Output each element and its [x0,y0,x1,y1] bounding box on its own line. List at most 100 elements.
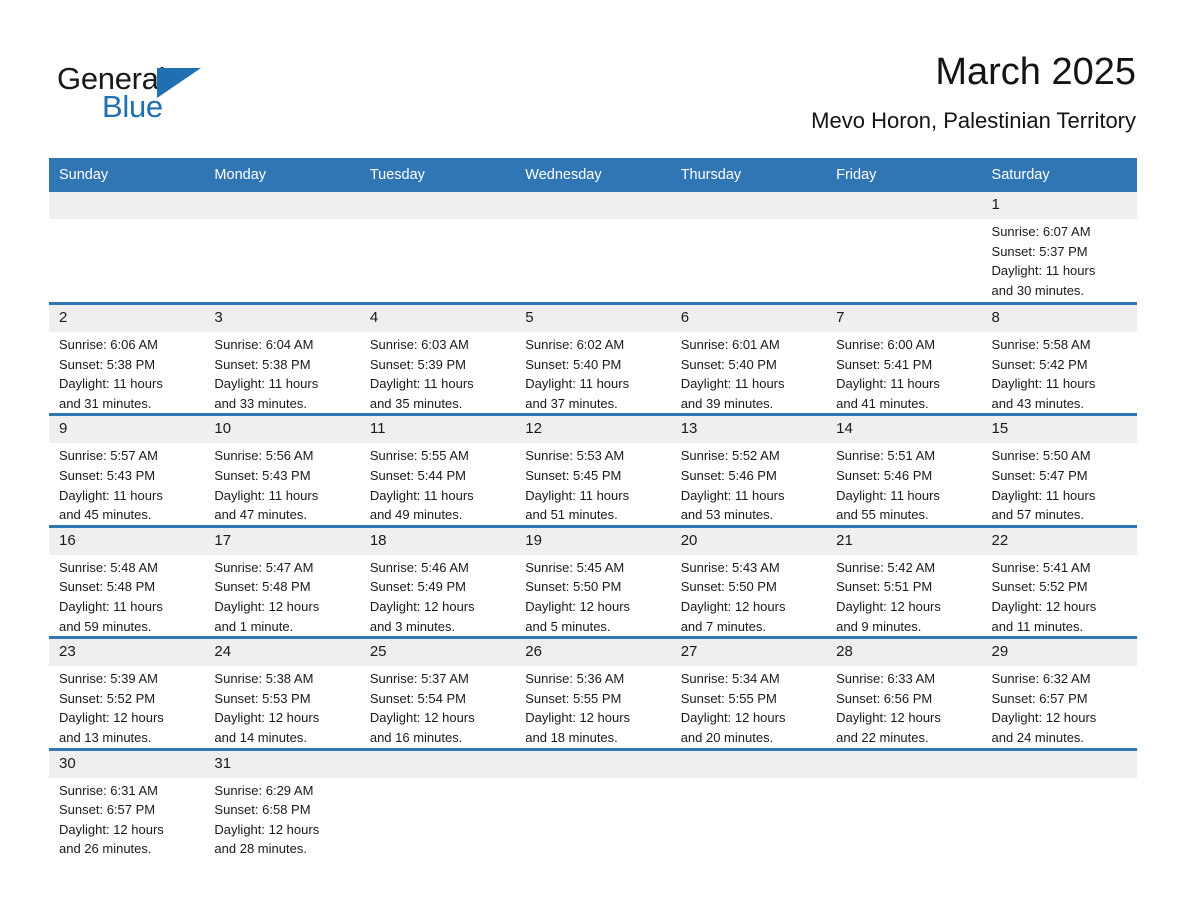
calendar-header-row: Sunday Monday Tuesday Wednesday Thursday… [49,158,1137,192]
calendar-day-cell[interactable]: 21 Sunrise: 5:42 AM Sunset: 5:51 PM Dayligh… [826,524,982,638]
calendar-week-row: 30 Sunrise: 6:31 AM Sunset: 6:57 PM Dayligh… [49,747,1137,863]
calendar-empty-cell [670,747,827,863]
day-sun-info: Sunrise: 6:33 AM Sunset: 6:56 PM Daylight:… [826,666,981,747]
sunrise-time: Sunrise: 6:07 AM [991,224,1091,239]
sunset-time: Sunset: 6:57 PM [991,690,1088,706]
day-sun-info: Sunrise: 6:02 AM Sunset: 5:40 PM Daylight:… [515,332,670,413]
calendar-day-cell[interactable]: 28 Sunrise: 6:33 AM Sunset: 6:56 PM Dayligh… [826,636,982,749]
calendar-day-cell[interactable]: 4 Sunrise: 6:03 AM Sunset: 5:39 PM Daylight… [359,301,516,415]
calendar-day-cell[interactable]: 24 Sunrise: 5:38 AM Sunset: 5:53 PM Dayligh… [204,636,360,749]
day-number: 27 [670,639,827,667]
calendar-day-cell[interactable]: 9 Sunrise: 5:57 AM Sunset: 5:43 PM Daylight… [49,413,205,527]
sunrise-time: Sunrise: 6:01 AM [680,337,780,352]
logo-triangle-icon [157,68,201,98]
daylight-duration-line1: Daylight: 12 hours [214,598,320,614]
daylight-duration-line2: and 3 minutes. [369,618,456,634]
daylight-duration-line1: Daylight: 12 hours [214,821,320,837]
day-number: 3 [204,305,360,332]
day-sun-info: Sunrise: 5:57 AM Sunset: 5:43 PM Daylight:… [49,443,204,524]
daylight-duration-line2: and 24 minutes. [991,729,1085,745]
sunset-time: Sunset: 5:46 PM [680,467,777,483]
daylight-duration-line2: and 28 minutes. [214,841,307,857]
sunrise-time: Sunrise: 6:29 AM [214,782,314,798]
calendar-day-cell[interactable]: 6 Sunrise: 6:01 AM Sunset: 5:40 PM Daylight… [670,301,827,415]
day-sun-info: Sunrise: 6:04 AM Sunset: 5:38 PM Daylight:… [204,332,359,413]
calendar-day-cell[interactable]: 10 Sunrise: 5:56 AM Sunset: 5:43 PM Dayligh… [204,413,360,527]
calendar-empty-cell [515,747,671,863]
day-sun-info: Sunrise: 5:58 AM Sunset: 5:42 PM Daylight:… [982,332,1137,413]
day-number: 10 [204,416,360,444]
daylight-duration-line2: and 49 minutes. [369,507,463,523]
calendar-day-cell[interactable]: 16 Sunrise: 5:48 AM Sunset: 5:48 PM Dayligh… [49,524,205,638]
calendar-day-cell[interactable]: 12 Sunrise: 5:53 AM Sunset: 5:45 PM Dayligh… [515,413,671,527]
calendar-day-cell[interactable]: 27 Sunrise: 5:34 AM Sunset: 5:55 PM Dayligh… [670,636,827,749]
calendar-day-cell[interactable]: 31 Sunrise: 6:29 AM Sunset: 6:58 PM Dayligh… [204,747,360,863]
day-number: 23 [49,639,205,667]
day-number: 9 [49,416,205,444]
day-number [826,192,982,219]
day-sun-info: Sunrise: 6:03 AM Sunset: 5:39 PM Daylight:… [360,332,515,413]
calendar-day-cell[interactable]: 2 Sunrise: 6:06 AM Sunset: 5:38 PM Daylight… [49,301,205,415]
logo-text-blue: Blue [102,89,163,124]
calendar-day-cell[interactable]: 7 Sunrise: 6:00 AM Sunset: 5:41 PM Daylight… [826,301,982,415]
calendar-day-cell[interactable]: 15 Sunrise: 5:50 AM Sunset: 5:47 PM Dayligh… [981,413,1137,527]
calendar-day-cell[interactable]: 11 Sunrise: 5:55 AM Sunset: 5:44 PM Dayligh… [359,413,516,527]
daylight-duration-line2: and 20 minutes. [680,729,774,745]
sunset-time: Sunset: 5:47 PM [991,467,1088,483]
day-number: 26 [515,639,671,667]
sunset-time: Sunset: 5:55 PM [680,690,777,706]
day-number: 15 [981,416,1137,444]
calendar-day-cell[interactable]: 14 Sunrise: 5:51 AM Sunset: 5:46 PM Dayligh… [826,413,982,527]
sunset-time: Sunset: 5:38 PM [59,356,156,372]
calendar-day-cell[interactable]: 5 Sunrise: 6:02 AM Sunset: 5:40 PM Daylight… [515,301,671,415]
daylight-duration-line1: Daylight: 12 hours [680,598,786,614]
calendar-day-cell[interactable]: 17 Sunrise: 5:47 AM Sunset: 5:48 PM Dayligh… [204,524,360,638]
day-number: 5 [515,305,671,332]
sunrise-time: Sunrise: 5:58 AM [991,337,1091,352]
calendar-day-cell[interactable]: 20 Sunrise: 5:43 AM Sunset: 5:50 PM Dayligh… [670,524,827,638]
daylight-duration-line1: Daylight: 11 hours [369,487,474,503]
calendar-day-cell[interactable]: 18 Sunrise: 5:46 AM Sunset: 5:49 PM Dayligh… [359,524,516,638]
daylight-duration-line1: Daylight: 12 hours [369,710,475,726]
daylight-duration-line1: Daylight: 12 hours [59,710,164,726]
sunset-time: Sunset: 5:40 PM [525,356,622,372]
day-number [359,750,516,778]
calendar-day-cell[interactable]: 29 Sunrise: 6:32 AM Sunset: 6:57 PM Dayligh… [981,636,1137,749]
day-number: 14 [826,416,982,444]
weekday-header-monday: Monday [204,158,360,192]
daylight-duration-line1: Daylight: 11 hours [369,376,474,392]
daylight-duration-line2: and 43 minutes. [991,395,1085,411]
sunset-time: Sunset: 5:46 PM [836,467,933,483]
daylight-duration-line1: Daylight: 12 hours [59,821,164,837]
calendar-day-cell[interactable]: 19 Sunrise: 5:45 AM Sunset: 5:50 PM Dayligh… [515,524,671,638]
calendar-day-cell[interactable]: 30 Sunrise: 6:31 AM Sunset: 6:57 PM Dayligh… [49,747,205,863]
sunrise-time: Sunrise: 6:00 AM [836,337,936,352]
calendar-day-cell[interactable]: 22 Sunrise: 5:41 AM Sunset: 5:52 PM Dayligh… [981,524,1137,638]
daylight-duration-line1: Daylight: 12 hours [525,598,631,614]
calendar-day-cell[interactable]: 3 Sunrise: 6:04 AM Sunset: 5:38 PM Daylight… [204,301,360,415]
daylight-duration-line1: Daylight: 11 hours [59,376,163,392]
sunset-time: Sunset: 5:55 PM [525,690,622,706]
day-sun-info: Sunrise: 5:56 AM Sunset: 5:43 PM Daylight:… [204,443,359,524]
day-number [49,192,205,219]
sunrise-time: Sunrise: 6:04 AM [214,337,314,352]
sunset-time: Sunset: 6:56 PM [836,690,933,706]
daylight-duration-line2: and 37 minutes. [525,395,618,411]
daylight-duration-line2: and 11 minutes. [991,618,1084,634]
daylight-duration-line2: and 47 minutes. [214,507,307,523]
calendar-day-cell[interactable]: 8 Sunrise: 5:58 AM Sunset: 5:42 PM Daylight… [981,301,1137,415]
calendar-week-row: 23 Sunrise: 5:39 AM Sunset: 5:52 PM Dayligh… [49,636,1137,749]
calendar-day-cell[interactable]: 1 Sunrise: 6:07 AM Sunset: 5:37 PM Daylight… [981,192,1137,304]
calendar-week-row: 16 Sunrise: 5:48 AM Sunset: 5:48 PM Dayligh… [49,524,1137,638]
calendar-day-cell[interactable]: 23 Sunrise: 5:39 AM Sunset: 5:52 PM Dayligh… [49,636,205,749]
day-number: 22 [981,527,1137,555]
calendar-body: 1 Sunrise: 6:07 AM Sunset: 5:37 PM Daylight… [49,192,1137,863]
sunrise-time: Sunrise: 5:48 AM [59,559,158,575]
calendar-day-cell[interactable]: 26 Sunrise: 5:36 AM Sunset: 5:55 PM Dayligh… [515,636,671,749]
calendar-day-cell[interactable]: 25 Sunrise: 5:37 AM Sunset: 5:54 PM Dayligh… [359,636,516,749]
calendar-day-cell[interactable]: 13 Sunrise: 5:52 AM Sunset: 5:46 PM Dayligh… [670,413,827,527]
calendar-empty-cell [826,747,982,863]
sunset-time: Sunset: 5:50 PM [525,579,622,595]
general-blue-logo[interactable]: General Blue [57,62,257,132]
sunrise-time: Sunrise: 5:56 AM [214,448,314,464]
